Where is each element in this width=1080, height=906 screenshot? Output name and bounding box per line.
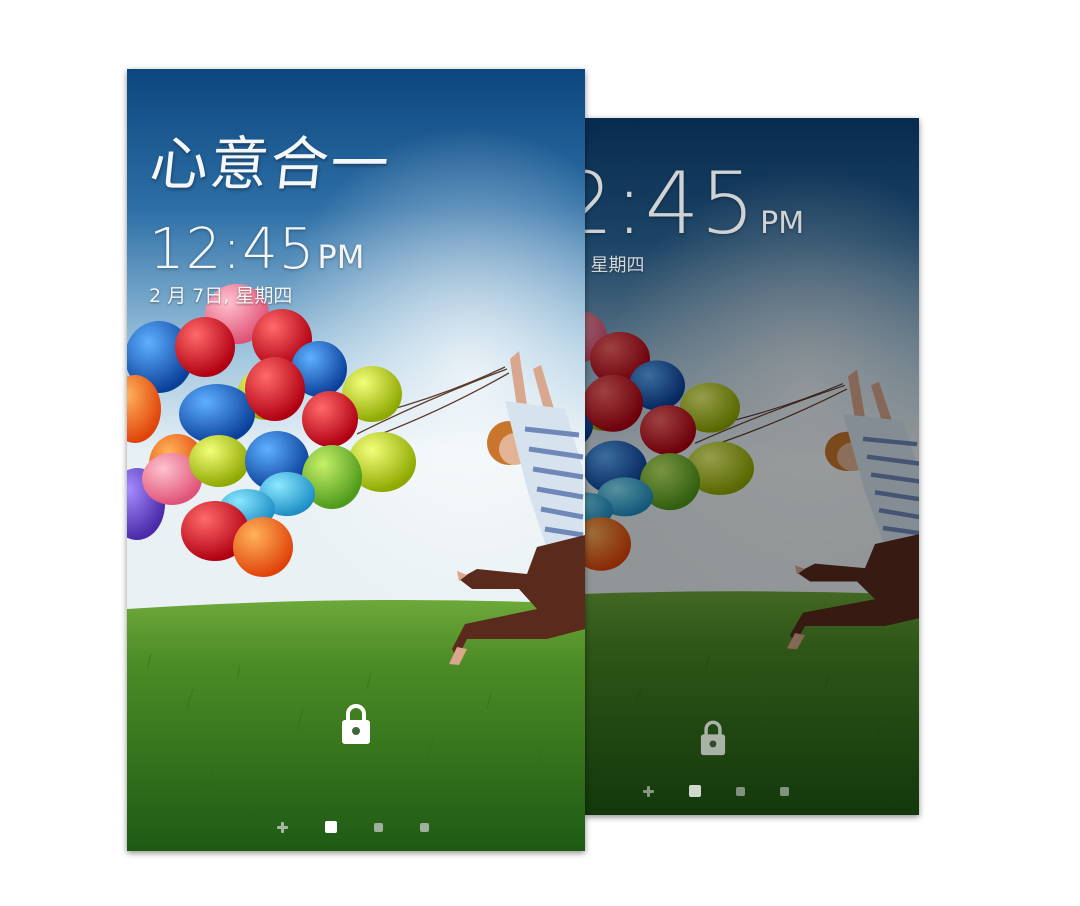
clock-time: 2:45	[585, 154, 757, 254]
add-page-icon[interactable]	[277, 821, 288, 833]
page-dot-active[interactable]	[325, 821, 337, 833]
clock: 12:45PM	[149, 217, 364, 282]
page-dot[interactable]	[374, 822, 383, 832]
clock-ampm: PM	[317, 238, 365, 276]
clock: 2:45 PM	[585, 154, 804, 254]
page-dot[interactable]	[420, 822, 429, 832]
lock-icon	[700, 720, 726, 756]
lockscreen-front[interactable]: 心意合一 12:45PM 2 月 7日, 星期四	[127, 69, 585, 851]
date-label: 2 月 7日, 星期四	[149, 285, 293, 307]
date-label: 日, 星期四	[585, 255, 645, 276]
add-page-icon	[643, 785, 654, 797]
lockscreen-back: 2:45PM 日, 星期四	[585, 118, 919, 815]
page-dot	[736, 786, 745, 796]
page-indicator	[643, 785, 789, 797]
page-indicator	[277, 821, 429, 833]
calligraphy-title: 心意合一	[146, 130, 395, 198]
page-dot	[780, 786, 789, 796]
clock-ampm: PM	[760, 206, 805, 241]
clock-time: 12:45	[149, 217, 316, 282]
lock-icon[interactable]	[341, 701, 371, 745]
page-dot-active	[689, 785, 701, 797]
